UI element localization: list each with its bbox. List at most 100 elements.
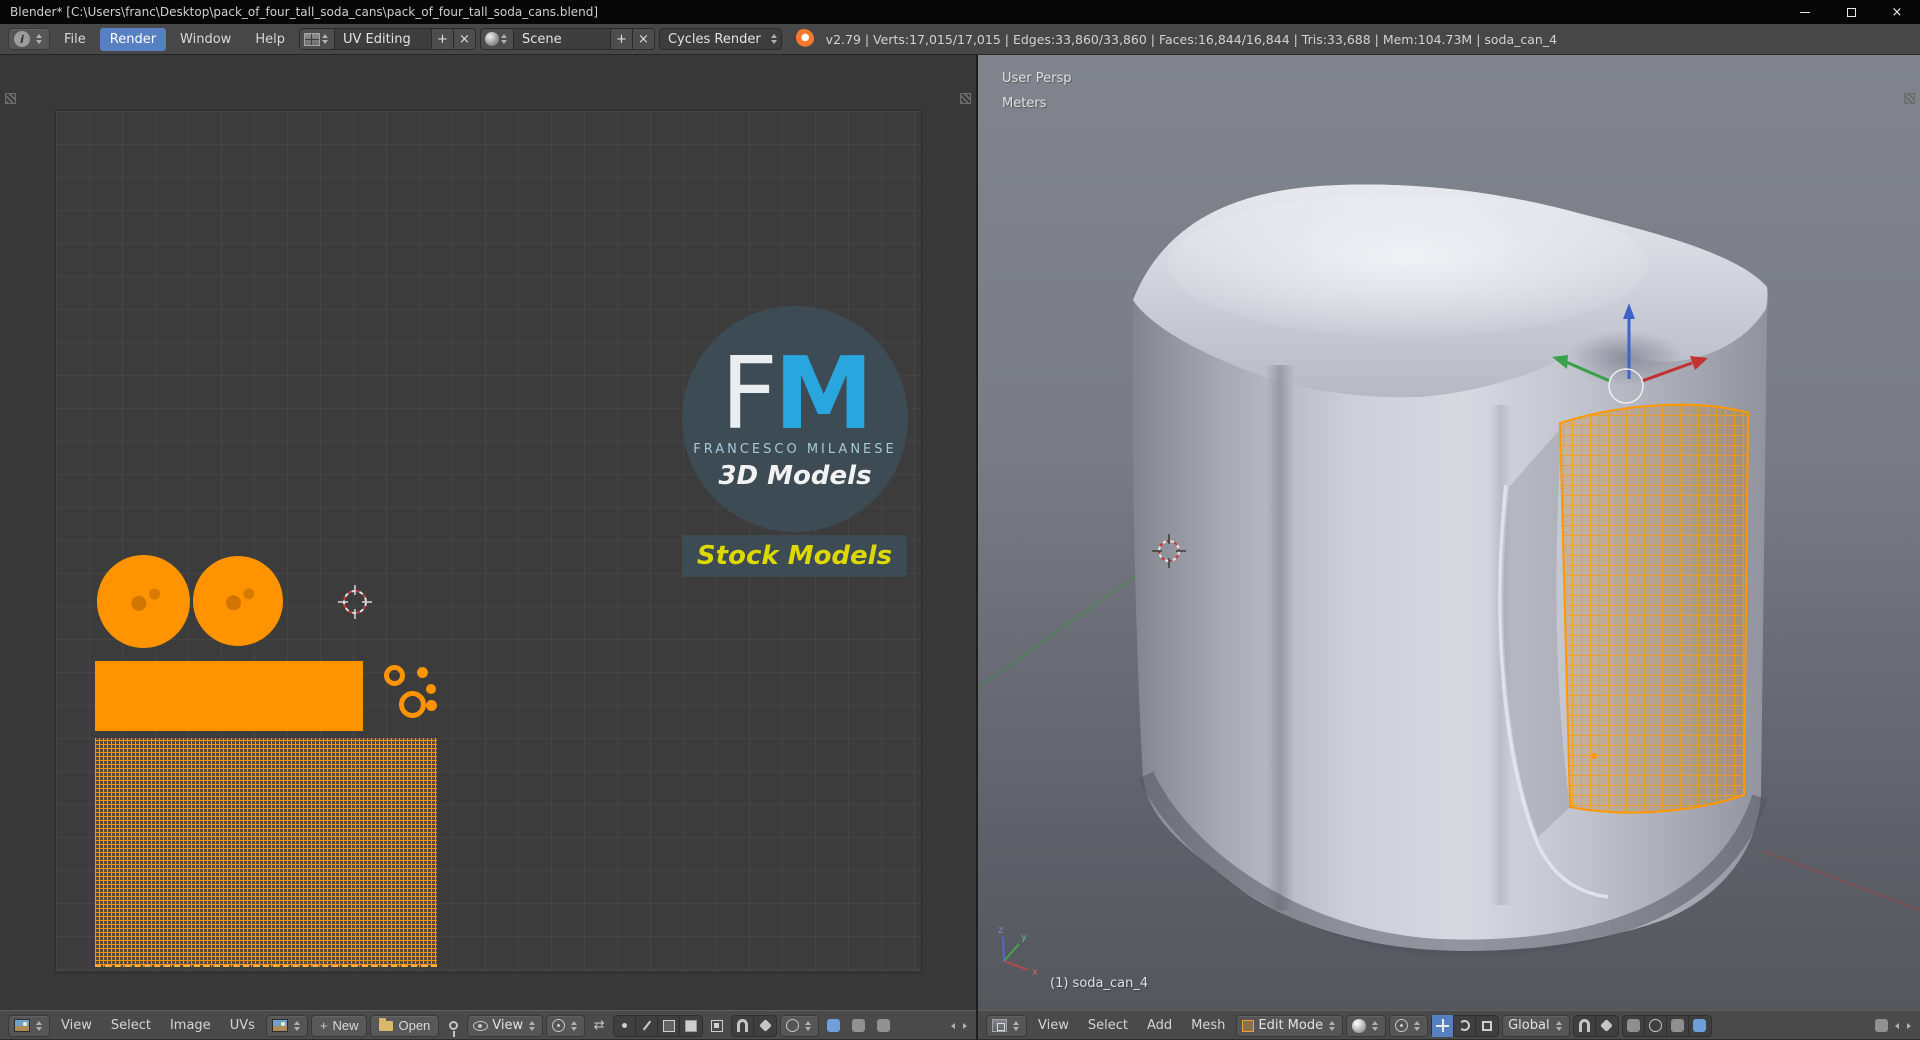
- snap-element-dropdown[interactable]: [754, 1015, 776, 1037]
- editor-type-dropdown-uv[interactable]: [8, 1014, 50, 1037]
- interaction-mode-dropdown[interactable]: Edit Mode: [1236, 1014, 1344, 1037]
- face-select-icon: [662, 1019, 675, 1032]
- manipulator-scale-button[interactable]: [1476, 1015, 1498, 1037]
- shading-sphere-icon: [1352, 1018, 1367, 1033]
- close-button[interactable]: ×: [1874, 0, 1920, 24]
- scene-selector[interactable]: Scene + ×: [479, 28, 655, 50]
- snap-toggle[interactable]: [732, 1014, 755, 1037]
- chevron-updown-icon: [1372, 1020, 1379, 1031]
- view3d-menu-add[interactable]: Add: [1139, 1015, 1180, 1036]
- pin-image-toggle[interactable]: [442, 1015, 464, 1037]
- info-editor-icon: i: [14, 31, 30, 47]
- delete-scene-button[interactable]: ×: [631, 29, 654, 49]
- manipulator-rotate-button[interactable]: [1454, 1014, 1477, 1037]
- stretch-display-icon: [851, 1019, 865, 1032]
- uv-select-island-button[interactable]: [680, 1015, 702, 1037]
- proportional-edit-dropdown[interactable]: [780, 1014, 820, 1037]
- uv-island-can-bottom[interactable]: [193, 556, 283, 646]
- proportional-edit-icon: [1648, 1019, 1662, 1032]
- uv-select-vertex-button[interactable]: [614, 1014, 637, 1037]
- uv-draw-other-objects-toggle[interactable]: [822, 1015, 844, 1037]
- chevron-updown-icon: [1329, 1020, 1336, 1031]
- menu-help[interactable]: Help: [245, 28, 295, 51]
- maximize-button[interactable]: [1828, 0, 1874, 24]
- sync-uv-selection-toggle[interactable]: ⇄: [588, 1015, 610, 1037]
- add-layout-button[interactable]: +: [430, 29, 453, 49]
- view3d-menu-mesh[interactable]: Mesh: [1183, 1015, 1233, 1036]
- sticky-select-toggle[interactable]: [706, 1015, 728, 1037]
- new-image-button[interactable]: + New: [310, 1014, 368, 1037]
- uv-2d-cursor[interactable]: [337, 584, 373, 620]
- uv-island-label-band[interactable]: [95, 661, 363, 731]
- chevron-updown-icon: [36, 1020, 42, 1031]
- viewport-3d-header: View Select Add Mesh Edit Mode Global: [978, 1010, 1920, 1040]
- blender-logo: [793, 29, 814, 49]
- window-controls: ×: [1782, 0, 1920, 24]
- uv-island-tab-dot-1[interactable]: [417, 667, 428, 678]
- uv-select-face-button[interactable]: [658, 1014, 681, 1037]
- uv-editor-mode-dropdown[interactable]: View: [467, 1014, 544, 1037]
- opengl-render-button[interactable]: [1689, 1015, 1711, 1037]
- uv-menu-uvs[interactable]: UVs: [222, 1015, 263, 1036]
- add-scene-button[interactable]: +: [609, 29, 632, 49]
- selected-vertex-dot[interactable]: [1591, 753, 1597, 759]
- minimize-button[interactable]: [1782, 0, 1828, 24]
- area-split-handle-3d[interactable]: [1904, 93, 1915, 104]
- uv-select-edge-button[interactable]: [636, 1014, 659, 1037]
- edge-select-icon: [640, 1019, 653, 1032]
- snap-toggle-3d[interactable]: [1574, 1014, 1596, 1037]
- units-label: Meters: [1002, 96, 1047, 111]
- uv-island-can-top[interactable]: [97, 555, 190, 648]
- uv-island-tab-dot-3[interactable]: [426, 700, 437, 711]
- view3d-menu-view[interactable]: View: [1030, 1015, 1077, 1036]
- uv-scopes-toggle[interactable]: [872, 1015, 894, 1037]
- uv-island-tab-dot-2[interactable]: [426, 684, 436, 694]
- pivot-point-dropdown[interactable]: [1389, 1014, 1429, 1037]
- viewport-shading-dropdown[interactable]: [1346, 1014, 1387, 1037]
- uv-image-editor[interactable]: FM FRANCESCO MILANESE 3D Models Stock Mo…: [0, 55, 978, 1040]
- editor-type-dropdown-3d[interactable]: [986, 1014, 1027, 1037]
- uv-island-body-mesh[interactable]: [95, 738, 437, 967]
- fm-logo: FM FRANCESCO MILANESE 3D Models: [682, 306, 908, 532]
- render-preview-toggle[interactable]: [1667, 1014, 1689, 1037]
- editor-type-dropdown-info[interactable]: i: [8, 28, 50, 50]
- uv-menu-view[interactable]: View: [53, 1015, 100, 1036]
- viewport-3d[interactable]: User Persp Meters (1) soda_can_4 x y z V…: [978, 55, 1920, 1040]
- area-split-handle[interactable]: [960, 93, 971, 104]
- fm-logo-letters: FM: [720, 343, 873, 443]
- snap-element-dropdown-3d[interactable]: [1596, 1015, 1618, 1037]
- manipulator-translate-button[interactable]: [1432, 1014, 1455, 1037]
- soda-can-pack-model[interactable]: [1132, 184, 1769, 956]
- uv-island-tab-ring-large[interactable]: [399, 691, 426, 718]
- uv-header-scroll[interactable]: [950, 1022, 968, 1029]
- uv-stretch-display-toggle[interactable]: [847, 1015, 869, 1037]
- area-options-handle[interactable]: [5, 93, 16, 104]
- menu-render[interactable]: Render: [99, 27, 167, 51]
- scroll-left-icon: [1895, 1022, 1899, 1029]
- proportional-edit-toggle-3d[interactable]: [1645, 1014, 1667, 1037]
- render-engine-selector[interactable]: Cycles Render: [658, 28, 782, 50]
- render-engine-name: Cycles Render: [667, 31, 761, 47]
- open-image-button[interactable]: Open: [370, 1014, 440, 1037]
- selected-uv-faces-region[interactable]: [1558, 403, 1750, 814]
- opengl-render-icon: [1693, 1019, 1707, 1032]
- delete-layout-button[interactable]: ×: [452, 29, 475, 49]
- uv-island-tab-ring-small[interactable]: [384, 665, 405, 686]
- transform-orientation-dropdown[interactable]: Global: [1502, 1014, 1570, 1037]
- view3d-header-scroll[interactable]: [1875, 1019, 1912, 1032]
- menu-window[interactable]: Window: [170, 28, 241, 51]
- window-title: Blender* [C:\Users\franc\Desktop\pack_of…: [10, 5, 599, 19]
- menu-file[interactable]: File: [54, 28, 96, 51]
- view3d-menu-select[interactable]: Select: [1080, 1015, 1136, 1036]
- occlude-geometry-toggle[interactable]: [1623, 1014, 1645, 1037]
- scale-icon: [1482, 1020, 1493, 1031]
- folder-icon: [379, 1017, 394, 1031]
- screen-layout-selector[interactable]: UV Editing + ×: [298, 28, 476, 50]
- viewport-canvas[interactable]: x y z: [978, 55, 1920, 1010]
- uv-menu-select[interactable]: Select: [103, 1015, 159, 1036]
- maximize-icon: [1846, 7, 1856, 17]
- image-browse-dropdown[interactable]: [265, 1014, 308, 1037]
- uv-menu-image[interactable]: Image: [162, 1015, 219, 1036]
- uv-pivot-dropdown[interactable]: [546, 1014, 586, 1037]
- magnet-icon: [737, 1019, 749, 1032]
